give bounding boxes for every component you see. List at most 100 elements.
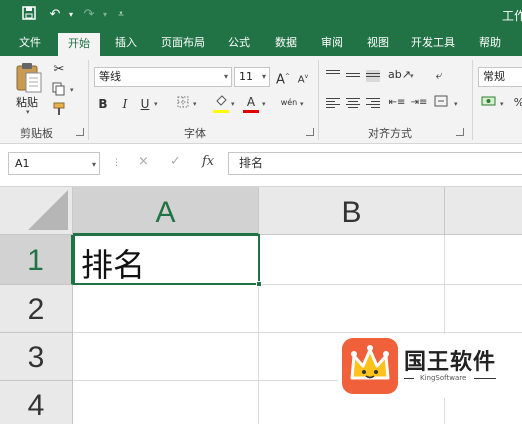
watermark-rule — [474, 378, 496, 379]
column-header-c[interactable] — [445, 187, 522, 235]
tab-file[interactable]: 文件 — [8, 30, 52, 56]
cell-c2[interactable] — [445, 285, 522, 333]
increase-indent-icon[interactable]: ⇥≡ — [410, 94, 428, 112]
align-center-icon[interactable] — [346, 98, 360, 110]
save-icon[interactable] — [20, 6, 38, 24]
borders-icon[interactable] — [174, 95, 192, 113]
percent-style-icon[interactable]: % — [510, 94, 522, 112]
font-family-select[interactable]: 等线 ▾ — [94, 67, 232, 87]
accounting-dropdown-icon[interactable]: ▾ — [500, 100, 504, 108]
wrap-text-icon[interactable]: ⤶ — [430, 66, 448, 84]
paste-dropdown-icon[interactable]: ▾ — [26, 108, 30, 116]
grow-font-button[interactable]: A^ — [274, 68, 292, 88]
clipboard-launcher-icon[interactable] — [76, 128, 84, 136]
font-size-select[interactable]: 11 ▾ — [234, 67, 270, 87]
alignment-group-label: 对齐方式 — [368, 127, 412, 140]
font-family-value: 等线 — [99, 70, 121, 83]
align-top-icon[interactable] — [326, 70, 340, 82]
merge-dropdown-icon[interactable]: ▾ — [454, 100, 458, 108]
insert-function-icon[interactable]: fx — [202, 154, 214, 169]
watermark: 国王软件 KingSoftware — [338, 334, 522, 398]
alignment-launcher-icon[interactable] — [456, 128, 464, 136]
paste-icon[interactable] — [14, 62, 44, 94]
orientation-dropdown-icon[interactable]: ▾ — [410, 72, 414, 80]
chevron-down-icon: ▾ — [91, 160, 96, 169]
underline-dropdown-icon[interactable]: ▾ — [154, 100, 158, 108]
align-bottom-icon[interactable] — [366, 70, 380, 82]
cut-icon[interactable]: ✂ — [50, 62, 68, 78]
decrease-indent-icon[interactable]: ⇤≡ — [388, 94, 406, 112]
cell-c1[interactable] — [445, 235, 522, 285]
watermark-name: 国王软件 — [404, 350, 497, 375]
shrink-font-button[interactable]: Av — [294, 68, 312, 86]
ribbon-home: 粘贴 ▾ ✂ ▾ 剪贴板 等线 ▾ 11 ▾ A^ Av B I U ▾ ▾ ▾… — [0, 56, 522, 144]
name-box-value: A1 — [15, 157, 30, 170]
merge-center-icon[interactable] — [432, 94, 450, 112]
bold-button[interactable]: B — [94, 95, 112, 113]
cell-a3[interactable] — [73, 333, 259, 381]
align-right-icon[interactable] — [366, 98, 380, 110]
enter-icon[interactable]: ✓ — [170, 154, 181, 169]
cell-a4[interactable] — [73, 381, 259, 424]
tab-help[interactable]: 帮助 — [470, 30, 510, 56]
tab-formulas[interactable]: 公式 — [220, 30, 258, 56]
font-color-button[interactable]: A — [242, 93, 260, 111]
copy-dropdown-icon[interactable]: ▾ — [70, 86, 74, 94]
phonetic-guide-button[interactable]: wén — [280, 94, 298, 112]
cell-b1[interactable] — [260, 235, 445, 285]
cell-a1[interactable]: 排名 — [73, 234, 262, 287]
fill-handle[interactable] — [256, 281, 262, 287]
tab-view[interactable]: 视图 — [358, 30, 398, 56]
group-divider — [88, 60, 89, 140]
row-header-2[interactable]: 2 — [0, 285, 73, 333]
customize-quick-access-icon[interactable]: ⩡ — [112, 6, 130, 24]
row-header-3[interactable]: 3 — [0, 333, 73, 381]
fill-color-icon[interactable] — [212, 93, 230, 111]
crown-logo-icon — [342, 338, 398, 394]
group-divider — [318, 60, 319, 140]
formula-bar-grip-icon[interactable]: ⋮ — [112, 158, 121, 168]
name-box[interactable]: A1 ▾ — [8, 152, 100, 175]
font-color-dropdown-icon[interactable]: ▾ — [262, 100, 266, 108]
grow-font-label: A — [276, 72, 285, 88]
font-color-swatch — [243, 110, 259, 113]
window-title: 工作 — [502, 9, 522, 23]
tab-insert[interactable]: 插入 — [106, 30, 146, 56]
chevron-down-icon: ▾ — [261, 72, 266, 81]
formula-bar: A1 ▾ ⋮ × ✓ fx 排名 — [0, 146, 522, 182]
select-all-button[interactable] — [0, 187, 73, 235]
borders-dropdown-icon[interactable]: ▾ — [193, 100, 197, 108]
row-header-1[interactable]: 1 — [0, 235, 73, 285]
format-painter-icon[interactable] — [50, 102, 68, 118]
font-launcher-icon[interactable] — [306, 128, 314, 136]
italic-button[interactable]: I — [116, 95, 134, 113]
font-size-value: 11 — [239, 70, 253, 83]
tab-review[interactable]: 审阅 — [312, 30, 352, 56]
align-left-icon[interactable] — [326, 98, 340, 110]
tab-developer[interactable]: 开发工具 — [404, 30, 462, 56]
cell-b2[interactable] — [259, 285, 445, 333]
number-format-select[interactable]: 常规 — [478, 67, 522, 87]
cell-a2[interactable] — [73, 285, 259, 333]
undo-dropdown-icon[interactable]: ▾ — [62, 6, 80, 24]
shrink-font-label: A — [297, 74, 305, 86]
orientation-icon[interactable]: ab↗ — [388, 66, 411, 84]
title-bar: ↶ ▾ ↷ ▾ ⩡ 工作 — [0, 0, 522, 30]
tab-page-layout[interactable]: 页面布局 — [152, 30, 214, 56]
copy-icon[interactable] — [50, 82, 68, 98]
number-format-value: 常规 — [483, 70, 505, 83]
align-middle-icon[interactable] — [346, 70, 360, 82]
column-header-a[interactable]: A — [73, 187, 259, 235]
tab-home[interactable]: 开始 — [58, 33, 100, 56]
cancel-icon[interactable]: × — [138, 154, 149, 169]
fill-color-dropdown-icon[interactable]: ▾ — [231, 100, 235, 108]
row-header-4[interactable]: 4 — [0, 381, 73, 424]
underline-button[interactable]: U — [136, 95, 154, 113]
watermark-rule — [404, 378, 414, 379]
accounting-format-icon[interactable] — [480, 94, 498, 112]
phonetic-dropdown-icon[interactable]: ▾ — [300, 100, 304, 108]
formula-input[interactable]: 排名 — [228, 152, 522, 175]
clipboard-group-label: 剪贴板 — [20, 127, 53, 140]
tab-data[interactable]: 数据 — [266, 30, 306, 56]
column-header-b[interactable]: B — [259, 187, 445, 235]
